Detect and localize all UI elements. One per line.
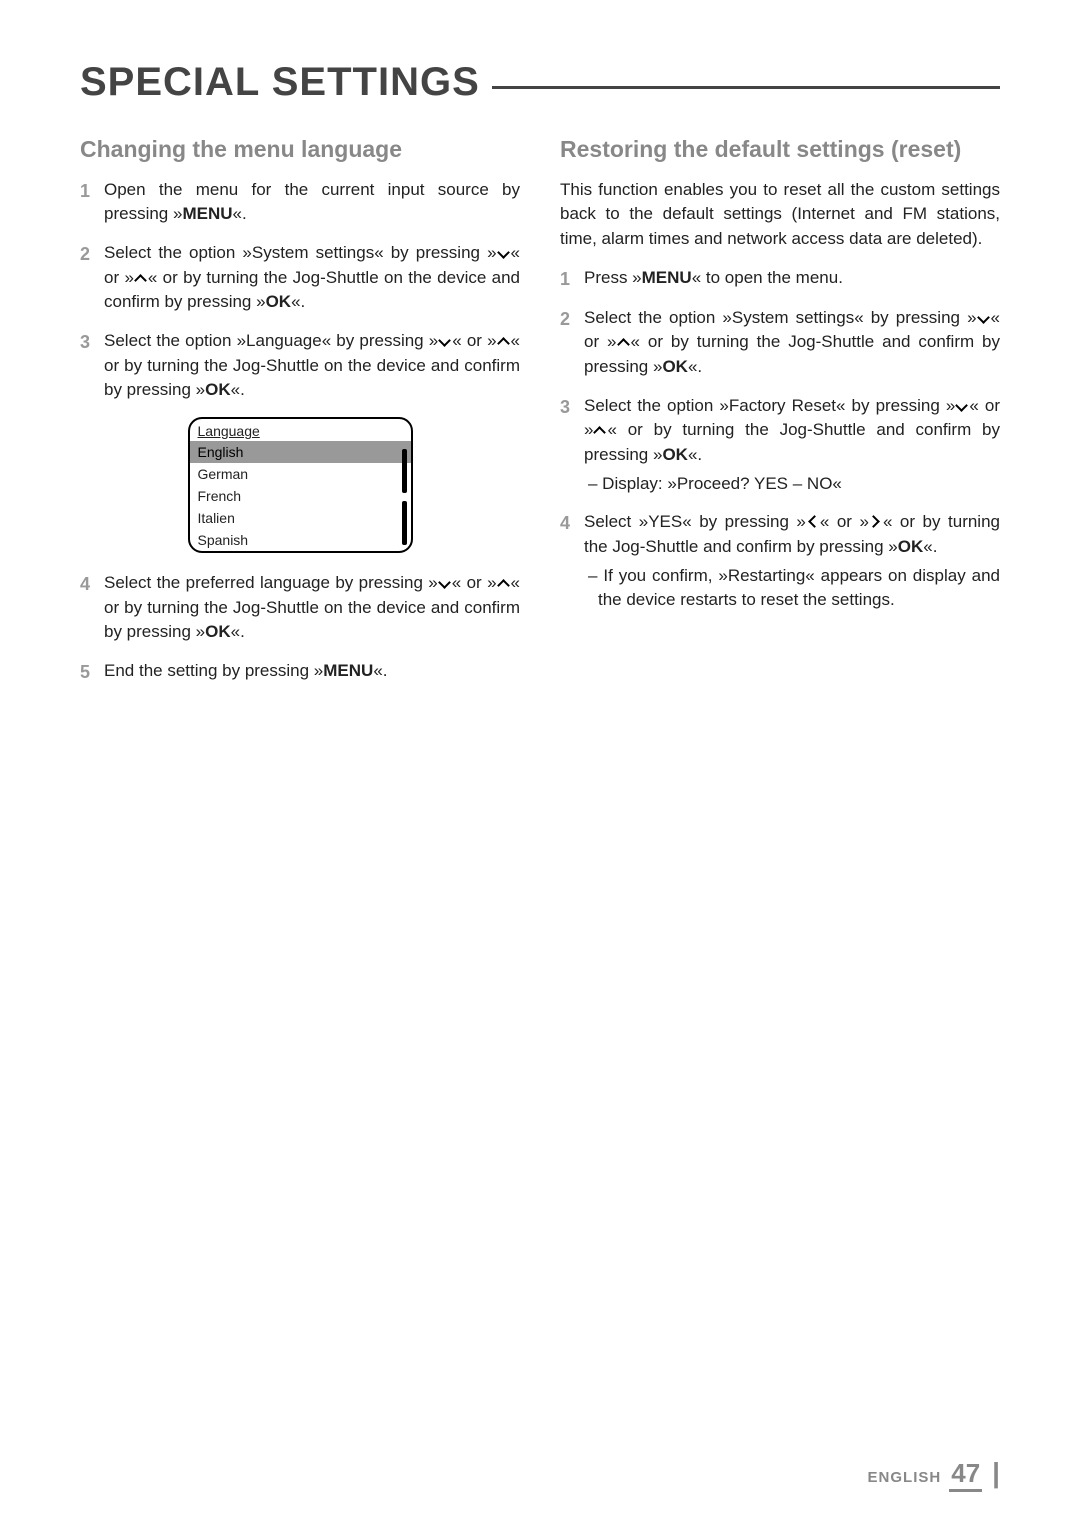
- step-body: End the setting by pressing »MENU«.: [104, 659, 520, 685]
- menu-item-english: English: [190, 441, 411, 463]
- menu-item-italien: Italien: [190, 507, 411, 529]
- page-title: SPECIAL SETTINGS: [80, 60, 1000, 105]
- heading-reset: Restoring the default settings (reset): [560, 135, 1000, 164]
- chevron-down-icon: [497, 248, 511, 258]
- step-number: 2: [80, 241, 96, 315]
- right-step-4: 4 Select »YES« by pressing »« or »« or b…: [560, 510, 1000, 613]
- step-body: Select the option »System settings« by p…: [584, 306, 1000, 380]
- step-number: 1: [560, 266, 576, 292]
- right-column: Restoring the default settings (reset) T…: [560, 135, 1000, 699]
- language-menu-box: Language English German French Italien S…: [188, 417, 413, 553]
- step-number: 4: [560, 510, 576, 613]
- menu-button-label: MENU: [182, 204, 232, 223]
- ok-button-label: OK: [205, 622, 231, 641]
- menu-button-label: MENU: [642, 268, 692, 287]
- right-step-2: 2 Select the option »System settings« by…: [560, 306, 1000, 380]
- step-body: Select the preferred language by pressin…: [104, 571, 520, 645]
- menu-scrollbar: [402, 447, 407, 545]
- chevron-up-icon: [497, 336, 511, 346]
- step-body: Open the menu for the current input sour…: [104, 178, 520, 227]
- step-number: 5: [80, 659, 96, 685]
- step-body: Select the option »Language« by pressing…: [104, 329, 520, 403]
- page-footer: ENGLISH 47 |: [868, 1457, 1000, 1492]
- footer-page-number: 47: [949, 1458, 982, 1492]
- chevron-up-icon: [497, 578, 511, 588]
- menu-header: Language: [190, 419, 411, 441]
- left-step-2: 2 Select the option »System settings« by…: [80, 241, 520, 315]
- menu-item-french: French: [190, 485, 411, 507]
- step-body: Press »MENU« to open the menu.: [584, 266, 1000, 292]
- chevron-up-icon: [593, 425, 607, 435]
- right-step-1: 1 Press »MENU« to open the menu.: [560, 266, 1000, 292]
- title-rule: [492, 86, 1000, 89]
- left-step-1: 1 Open the menu for the current input so…: [80, 178, 520, 227]
- content-columns: Changing the menu language 1 Open the me…: [80, 135, 1000, 699]
- step-number: 3: [560, 394, 576, 497]
- step-number: 4: [80, 571, 96, 645]
- ok-button-label: OK: [205, 380, 231, 399]
- chevron-up-icon: [134, 273, 148, 283]
- language-menu-figure: Language English German French Italien S…: [80, 417, 520, 553]
- menu-item-german: German: [190, 463, 411, 485]
- chevron-down-icon: [438, 578, 452, 588]
- chevron-down-icon: [438, 336, 452, 346]
- menu-button-label: MENU: [323, 661, 373, 680]
- ok-button-label: OK: [266, 292, 292, 311]
- ok-button-label: OK: [898, 537, 924, 556]
- reset-intro: This function enables you to reset all t…: [560, 178, 1000, 252]
- chevron-up-icon: [617, 337, 631, 347]
- right-step-3: 3 Select the option »Factory Reset« by p…: [560, 394, 1000, 497]
- footer-bar-icon: |: [992, 1457, 1000, 1489]
- chevron-right-icon: [869, 517, 883, 527]
- ok-button-label: OK: [662, 445, 688, 464]
- ok-button-label: OK: [662, 357, 688, 376]
- left-step-4: 4 Select the preferred language by press…: [80, 571, 520, 645]
- step-number: 1: [80, 178, 96, 227]
- step-body: Select »YES« by pressing »« or »« or by …: [584, 510, 1000, 613]
- step-body: Select the option »System settings« by p…: [104, 241, 520, 315]
- heading-language: Changing the menu language: [80, 135, 520, 164]
- step4-sub: – If you confirm, »Restarting« appears o…: [584, 564, 1000, 613]
- chevron-down-icon: [955, 401, 969, 411]
- chevron-down-icon: [977, 313, 991, 323]
- step-number: 2: [560, 306, 576, 380]
- step-number: 3: [80, 329, 96, 403]
- step3-sub: – Display: »Proceed? YES – NO«: [584, 472, 1000, 497]
- title-text: SPECIAL SETTINGS: [80, 60, 480, 105]
- menu-item-spanish: Spanish: [190, 529, 411, 551]
- chevron-left-icon: [806, 517, 820, 527]
- left-column: Changing the menu language 1 Open the me…: [80, 135, 520, 699]
- step-body: Select the option »Factory Reset« by pre…: [584, 394, 1000, 497]
- left-step-5: 5 End the setting by pressing »MENU«.: [80, 659, 520, 685]
- footer-language: ENGLISH: [868, 1469, 942, 1486]
- left-step-3: 3 Select the option »Language« by pressi…: [80, 329, 520, 403]
